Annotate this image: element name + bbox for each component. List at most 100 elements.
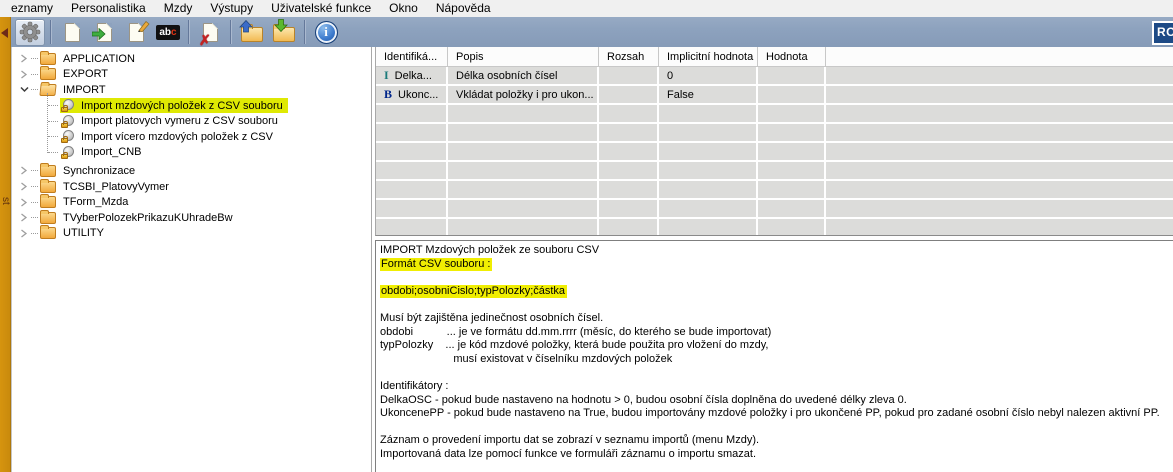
menu-item-v-stupy[interactable]: Výstupy [201,0,262,17]
menu-bar: eznamyPersonalistikaMzdyVýstupyUživatels… [0,0,1173,17]
column-header-3[interactable]: Rozsah [599,47,659,66]
cell-empty [376,105,446,122]
menu-item-okno[interactable]: Okno [380,0,427,17]
cell-identifier: BUkonc... [376,86,446,103]
cell-empty [448,124,597,141]
table-row-empty[interactable] [376,181,1173,200]
tree-folder-label: IMPORT [61,84,108,96]
tree-folder-application[interactable]: APPLICATION [12,51,371,67]
cell-empty [659,162,756,179]
cell-empty [376,181,446,198]
highlighted-text: obdobi;osobniCislo;typPolozky;částka [380,285,567,298]
table-row-empty[interactable] [376,124,1173,143]
tree-folder-utility[interactable]: UTILITY [12,226,371,242]
collapsed-side-tab[interactable]: st [0,17,11,472]
tree-folder-tcsbi-platovyvymer[interactable]: TCSBI_PlatovyVymer [12,179,371,195]
table-row-empty[interactable] [376,162,1173,181]
tree-connector [31,202,38,203]
cell-empty [826,181,1173,198]
tree-item-import-platovych-vymeru-z-csv-souboru[interactable]: Import platovych vymeru z CSV souboru [12,113,371,129]
folder-save-icon [273,27,295,42]
cell-empty [599,162,657,179]
cell-empty [599,105,657,122]
parameters-table: Identifiká...PopisRozsahImplicitní hodno… [375,47,1173,236]
tree-item-content: Import_CNB [60,145,147,160]
description-line: musí existovat v číselníku mzdových polo… [380,353,1173,367]
tree-folder-label: TCSBI_PlatovyVymer [61,181,171,193]
cell-empty [448,200,597,217]
cell-empty [376,143,446,160]
chevron-right-icon[interactable] [20,166,29,175]
delete-document-button[interactable]: ✗ [195,19,225,46]
cell-empty [448,143,597,160]
tree-connector [31,186,38,187]
table-row-empty[interactable] [376,219,1173,236]
folder-icon [40,68,56,80]
tree-folder-synchronizace[interactable]: Synchronizace [12,163,371,179]
tree-connector [48,121,58,122]
column-header-2[interactable]: Popis [448,47,599,66]
description-line [380,421,1173,435]
chevron-right-icon[interactable] [20,213,29,222]
column-header-4[interactable]: Implicitní hodnota [659,47,758,66]
menu-item-u-ivatelsk-funkce[interactable]: Uživatelské funkce [262,0,380,17]
table-row-empty[interactable] [376,105,1173,124]
new-document-button[interactable] [57,19,87,46]
edit-document-button[interactable] [121,19,151,46]
description-line: IMPORT Mzdových položek ze souboru CSV [380,244,1173,258]
tree-connector [48,136,58,137]
folder-icon [40,227,56,239]
tree-folder-label: UTILITY [61,227,106,239]
chevron-right-icon[interactable] [20,229,29,238]
cell-empty [758,219,824,236]
tree-connector [31,74,38,75]
tree-item-import-v-cero-mzdov-ch-polo-ek-z-csv[interactable]: Import vícero mzdových položek z CSV [12,129,371,145]
tree-item-import-cnb[interactable]: Import_CNB [12,145,371,161]
toolbar-separator [50,20,52,44]
tree-folder-label: TVyberPolozekPrikazuKUhradeBw [61,212,235,224]
tree-folder-label: TForm_Mzda [61,196,130,208]
menu-item-personalistika[interactable]: Personalistika [62,0,155,17]
chevron-right-icon[interactable] [20,182,29,191]
function-tree-panel: APPLICATIONEXPORTIMPORT Import mzdových p… [11,47,372,472]
folder-icon [40,165,56,177]
menu-item-mzdy[interactable]: Mzdy [155,0,202,17]
table-row[interactable]: IDelka...Délka osobních čísel0 [376,67,1173,86]
cell-empty [599,124,657,141]
column-header-5[interactable]: Hodnota [758,47,826,66]
table-row-empty[interactable] [376,200,1173,219]
cell-empty [826,200,1173,217]
tree-item-import-mzdov-ch-polo-ek-z-csv-souboru[interactable]: Import mzdových položek z CSV souboru [12,98,371,114]
description-line: DelkaOSC - pokud bude nastaveno na hodno… [380,394,1173,408]
chevron-right-icon[interactable] [20,198,29,207]
description-line: UkoncenePP - pokud bude nastaveno na Tru… [380,407,1173,421]
chevron-down-icon[interactable] [20,85,29,94]
chevron-right-icon[interactable] [20,54,29,63]
tree-folder-tform-mzda[interactable]: TForm_Mzda [12,194,371,210]
function-icon [61,99,74,112]
tree-item-label: Import_CNB [79,146,144,158]
table-row[interactable]: BUkonc...Vkládat položky i pro ukon...Fa… [376,86,1173,105]
tree-folder-tvyberpolozekprikazukuhradebw[interactable]: TVyberPolozekPrikazuKUhradeBw [12,210,371,226]
tree-children-import: Import mzdových položek z CSV souboruImp… [12,98,371,160]
collapse-arrow-icon[interactable] [1,28,8,38]
open-folder-button[interactable] [237,19,267,46]
type-indicator-integer: I [384,68,389,83]
chevron-right-icon[interactable] [20,70,29,79]
description-line [380,298,1173,312]
tree-folder-import[interactable]: IMPORT [12,82,371,98]
import-document-button[interactable] [89,19,119,46]
info-button[interactable]: i [311,19,341,46]
save-to-folder-button[interactable] [269,19,299,46]
highlighted-text: Formát CSV souboru : [380,258,492,271]
side-tab-label: st [0,197,11,205]
column-header-1[interactable]: Identifiká... [376,47,448,66]
table-row-empty[interactable] [376,143,1173,162]
tree-folder-export[interactable]: EXPORT [12,67,371,83]
settings-gear-button[interactable] [15,19,45,46]
folder-icon [40,212,56,224]
rename-abc-button[interactable]: abc [153,19,183,46]
cell-empty [599,219,657,236]
menu-item-n-pov-da[interactable]: Nápověda [427,0,500,17]
menu-item-eznamy[interactable]: eznamy [2,0,62,17]
